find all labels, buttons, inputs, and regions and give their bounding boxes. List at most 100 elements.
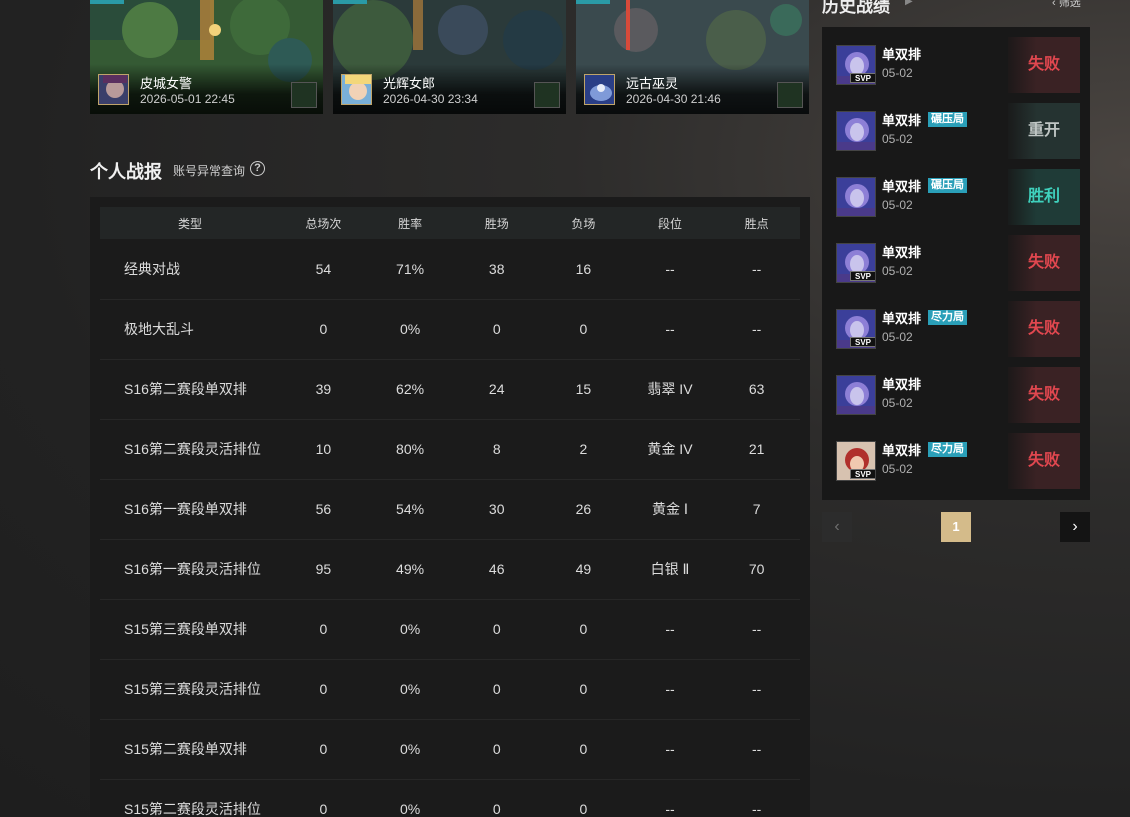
row-lp: -- (713, 659, 800, 720)
match-tag-badge: 尽力局 (928, 310, 967, 325)
highlight-videos: 皮城女警 2026-05-01 22:45 光辉女郎 2026-04-30 23… (90, 0, 810, 114)
row-wins: 30 (453, 479, 541, 540)
row-total: 39 (280, 359, 367, 420)
svp-badge: SVP (850, 271, 875, 281)
highlight-card[interactable]: 皮城女警 2026-05-01 22:45 (90, 0, 323, 114)
row-losses: 0 (540, 299, 627, 360)
champion-name: 远古巫灵 (626, 76, 679, 91)
svp-badge: SVP (850, 337, 875, 347)
row-lp: 63 (713, 359, 800, 420)
row-lp: -- (713, 299, 800, 360)
row-total: 56 (280, 479, 367, 540)
match-item[interactable]: SVP 单双排 05-02 失败 (836, 235, 1080, 291)
header-type: 类型 (178, 216, 203, 231)
header-total: 总场次 (305, 216, 342, 231)
row-winrate: 0% (366, 779, 454, 817)
svp-badge: SVP (850, 73, 875, 83)
row-tier: 黄金 Ⅰ (626, 479, 714, 540)
champion-avatar (836, 375, 876, 415)
row-type: S16第一赛段单双排 (100, 479, 281, 540)
row-wins: 0 (453, 779, 541, 817)
row-tier: 白银 Ⅱ (626, 539, 714, 600)
match-mode: 单双排 (882, 377, 922, 392)
filter-button[interactable]: ‹ 筛选 (1052, 0, 1081, 10)
section-title: 个人战报 (90, 162, 162, 182)
highlight-tag (576, 0, 610, 4)
row-total: 0 (280, 719, 367, 780)
table-row: S15第二赛段灵活排位 0 0% 0 0 -- -- (100, 779, 800, 817)
highlight-card[interactable]: 光辉女郎 2026-04-30 23:34 (333, 0, 566, 114)
row-wins: 24 (453, 359, 541, 420)
prev-page-button[interactable]: ‹ (822, 512, 852, 542)
row-wins: 0 (453, 299, 541, 360)
row-type: S16第二赛段灵活排位 (100, 419, 281, 480)
champion-name: 皮城女警 (140, 76, 193, 91)
match-item[interactable]: 单双排 碾压局 05-02 重开 (836, 103, 1080, 159)
champion-name: 光辉女郎 (383, 76, 436, 91)
match-result: 胜利 (1008, 169, 1080, 225)
account-anomaly-link[interactable]: 账号异常查询 (173, 162, 245, 179)
match-item[interactable]: SVP 单双排 尽力局 05-02 失败 (836, 301, 1080, 357)
header-lp: 胜点 (744, 216, 769, 231)
match-result: 失败 (1008, 235, 1080, 291)
match-result: 失败 (1008, 37, 1080, 93)
play-icon: ▶ (905, 0, 913, 7)
table-row: S16第二赛段灵活排位 10 80% 8 2 黄金 IV 21 (100, 419, 800, 480)
row-type: S15第二赛段单双排 (100, 719, 281, 780)
row-wins: 46 (453, 539, 541, 600)
row-losses: 0 (540, 779, 627, 817)
chevron-left-icon: ‹ (1052, 0, 1056, 9)
row-lp: -- (713, 719, 800, 780)
match-mode: 单双排 (882, 311, 922, 326)
row-losses: 0 (540, 719, 627, 780)
row-type: S15第二赛段灵活排位 (100, 779, 281, 817)
row-total: 10 (280, 419, 367, 480)
filter-label: 筛选 (1058, 0, 1081, 9)
row-losses: 26 (540, 479, 627, 540)
row-type: 极地大乱斗 (100, 299, 281, 360)
row-tier: -- (626, 299, 714, 360)
svp-badge: SVP (850, 469, 875, 479)
row-total: 95 (280, 539, 367, 600)
header-tier: 段位 (657, 216, 682, 231)
video-time: 2026-04-30 21:46 (626, 92, 721, 106)
row-lp: -- (713, 599, 800, 660)
row-tier: -- (626, 779, 714, 817)
table-row: S15第三赛段单双排 0 0% 0 0 -- -- (100, 599, 800, 660)
help-icon[interactable]: ? (250, 161, 265, 176)
match-date: 05-02 (882, 462, 913, 476)
row-losses: 49 (540, 539, 627, 600)
match-result: 重开 (1008, 103, 1080, 159)
row-wins: 0 (453, 719, 541, 780)
row-losses: 2 (540, 419, 627, 480)
row-wins: 0 (453, 659, 541, 720)
row-type: S16第一赛段灵活排位 (100, 539, 281, 600)
match-result: 失败 (1008, 433, 1080, 489)
row-winrate: 0% (366, 719, 454, 780)
match-item[interactable]: SVP 单双排 05-02 失败 (836, 37, 1080, 93)
row-total: 0 (280, 659, 367, 720)
match-tag-badge: 碾压局 (928, 178, 967, 193)
header-winrate: 胜率 (398, 216, 423, 231)
table-row: S16第一赛段灵活排位 95 49% 46 49 白银 Ⅱ 70 (100, 539, 800, 600)
champion-avatar: SVP (836, 243, 876, 283)
row-lp: 7 (713, 479, 800, 540)
table-row: S15第二赛段单双排 0 0% 0 0 -- -- (100, 719, 800, 780)
table-row: S16第一赛段单双排 56 54% 30 26 黄金 Ⅰ7 (100, 479, 800, 540)
minimap (291, 82, 317, 108)
match-item[interactable]: 单双排 05-02 失败 (836, 367, 1080, 423)
match-item[interactable]: SVP 单双排 尽力局 05-02 失败 (836, 433, 1080, 489)
row-winrate: 0% (366, 599, 454, 660)
next-page-button[interactable]: › (1060, 512, 1090, 542)
table-row: 极地大乱斗 0 0% 0 0 -- -- (100, 299, 800, 360)
match-item[interactable]: 单双排 碾压局 05-02 胜利 (836, 169, 1080, 225)
page-number-button[interactable]: 1 (941, 512, 971, 542)
highlight-card[interactable]: 远古巫灵 2026-04-30 21:46 (576, 0, 809, 114)
row-winrate: 0% (366, 659, 454, 720)
match-date: 05-02 (882, 330, 913, 344)
row-type: S15第三赛段单双排 (100, 599, 281, 660)
row-tier: -- (626, 599, 714, 660)
match-result: 失败 (1008, 367, 1080, 423)
table-row: S15第三赛段灵活排位 0 0% 0 0 -- -- (100, 659, 800, 720)
champion-avatar: SVP (836, 309, 876, 349)
